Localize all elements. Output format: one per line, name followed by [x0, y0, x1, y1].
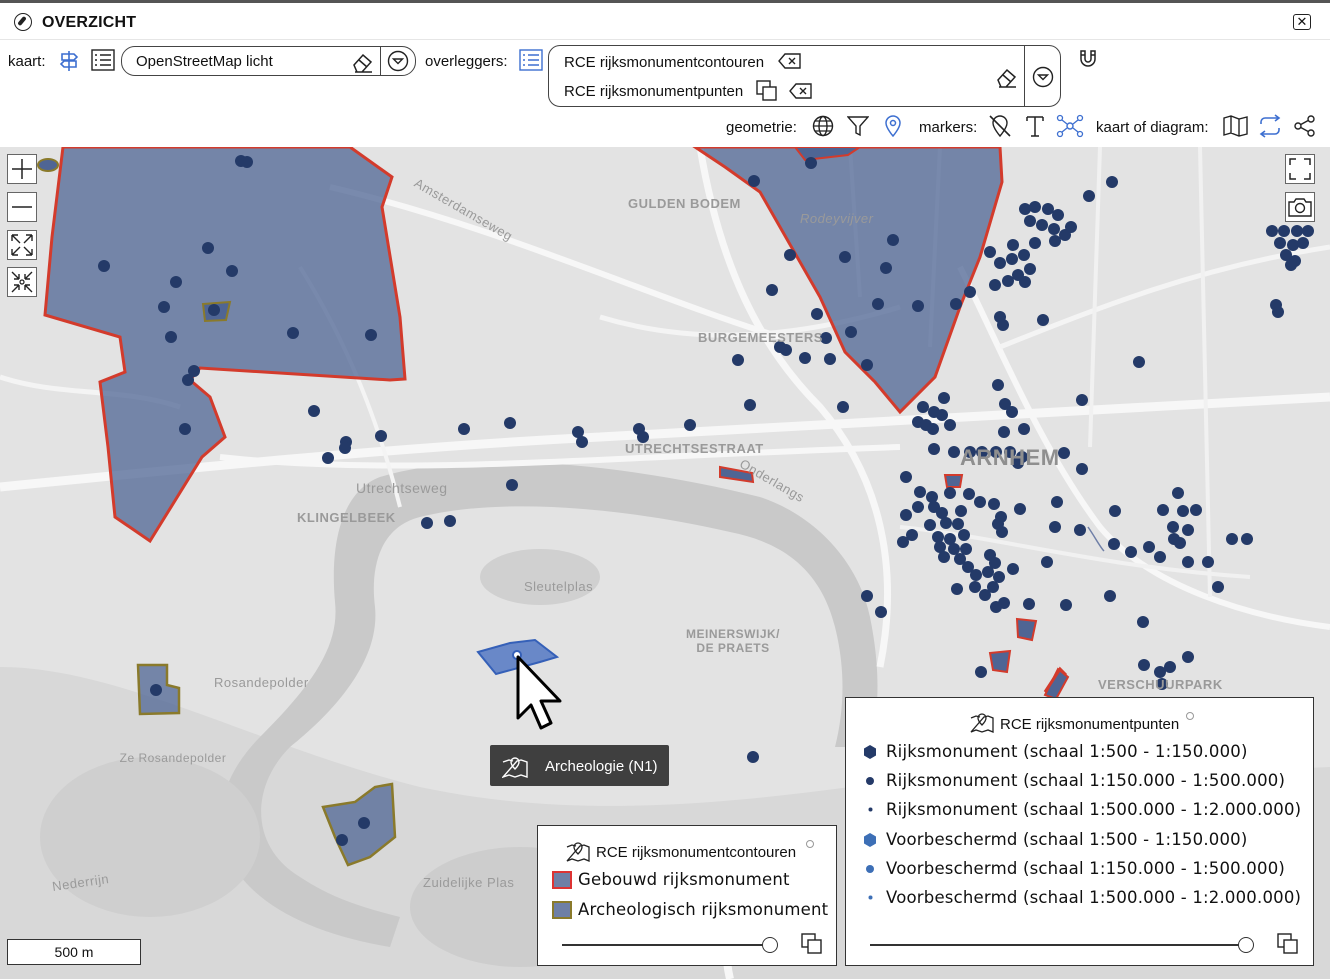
map-place-label: MEINERSWIJK/ DE PRAETS — [685, 627, 780, 655]
legend-item: Rijksmonument (schaal 1:500 - 1:150.000) — [886, 742, 1248, 761]
legend-item: Rijksmonument (schaal 1:500.000 - 1:2.00… — [886, 800, 1302, 819]
swap-icon[interactable] — [1258, 114, 1282, 138]
legend-swatch-built — [552, 871, 572, 889]
point-symbol-medium — [866, 777, 874, 785]
copy-icon[interactable] — [1276, 932, 1300, 956]
point-symbol-medium — [866, 865, 874, 873]
network-icon[interactable] — [1056, 114, 1084, 138]
chevron-down-icon[interactable] — [387, 50, 409, 72]
info-icon[interactable] — [806, 840, 814, 848]
remove-tag-icon[interactable] — [778, 53, 802, 69]
map-place-label: Utrechtseweg — [356, 480, 448, 496]
point-symbol-small — [868, 807, 873, 812]
zoom-to-selection-button[interactable] — [7, 267, 37, 297]
screenshot-button[interactable] — [1285, 192, 1315, 222]
camera-icon — [1288, 198, 1312, 217]
expand-icon — [11, 234, 33, 256]
overlay-item: RCE rijksmonumentpunten — [564, 83, 744, 100]
scale-bar: 500 m — [7, 939, 141, 965]
map-pin-icon — [566, 842, 590, 862]
legend-item: Voorbeschermd (schaal 1:150.000 - 1:500.… — [886, 859, 1286, 878]
map-place-label: Rodeyvijver — [800, 211, 874, 226]
minus-icon — [12, 206, 32, 208]
share-icon[interactable] — [1294, 115, 1316, 137]
plus-icon — [12, 159, 32, 179]
kaart-label: kaart: — [8, 53, 46, 70]
map-place-label: UTRECHTSESTRAAT — [625, 441, 764, 456]
opacity-slider-handle[interactable] — [1238, 937, 1254, 953]
map-toolbar: kaart: OpenStreetMap licht overleggers: … — [0, 40, 1330, 147]
eraser-icon[interactable] — [351, 51, 375, 73]
geometry-label: geometrie: — [726, 119, 797, 136]
remove-tag-icon[interactable] — [789, 83, 813, 99]
location-pin-icon[interactable] — [884, 114, 902, 138]
close-button[interactable]: ✕ — [1293, 14, 1311, 30]
basemap-select[interactable]: OpenStreetMap licht — [121, 46, 416, 76]
map-place-label: Ze Rosandepolder — [119, 751, 227, 765]
opacity-slider-track[interactable] — [562, 944, 770, 946]
map-place-label: Zuidelijke Plas — [423, 875, 515, 890]
map-place-label: BURGEMEESTERS — [698, 330, 823, 345]
tooltip-text: Archeologie (N1) — [545, 758, 658, 775]
magnet-icon[interactable] — [1077, 48, 1099, 70]
map-place-label: Rosandepolder — [214, 675, 309, 690]
legend-title: RCE rijksmonumentcontouren — [596, 844, 797, 861]
info-icon[interactable] — [1186, 712, 1194, 720]
mouse-cursor-icon — [516, 655, 562, 730]
zoom-in-button[interactable] — [7, 154, 37, 184]
fullscreen-icon — [1289, 158, 1311, 180]
map-pin-icon — [502, 757, 528, 778]
overlays-label: overleggers: — [425, 53, 508, 70]
copy-icon[interactable] — [755, 79, 779, 103]
basemap-value: OpenStreetMap licht — [136, 53, 273, 70]
signpost-icon[interactable] — [57, 49, 81, 73]
opacity-slider-track[interactable] — [870, 944, 1248, 946]
fullscreen-button[interactable] — [1285, 154, 1315, 184]
legend-contours: RCE rijksmonumentcontouren Gebouwd rijks… — [537, 825, 837, 966]
filter-icon[interactable] — [847, 115, 869, 137]
legend-points: RCE rijksmonumentpunten Rijksmonument (s… — [845, 697, 1314, 966]
point-symbol-small — [868, 895, 873, 900]
map-icon[interactable] — [1223, 115, 1249, 137]
legend-swatch-archaeological — [552, 901, 572, 919]
legend-item: Voorbeschermd (schaal 1:500.000 - 1:2.00… — [886, 888, 1302, 907]
compass-icon — [14, 13, 32, 31]
globe-icon[interactable] — [812, 115, 834, 137]
feature-tooltip: Archeologie (N1) — [490, 745, 669, 786]
opacity-slider-handle[interactable] — [762, 937, 778, 953]
map-place-label: Sleutelplas — [524, 579, 594, 594]
zoom-to-extent-button[interactable] — [7, 230, 37, 260]
panel-titlebar: OVERZICHT ✕ — [0, 3, 1330, 40]
map-place-label: GULDEN BODEM — [628, 196, 741, 211]
eraser-icon[interactable] — [995, 66, 1019, 88]
panel-title: OVERZICHT — [42, 14, 137, 31]
point-symbol-large — [864, 833, 876, 847]
overlay-item: RCE rijksmonumentcontouren — [564, 54, 765, 71]
list-icon[interactable] — [91, 49, 115, 71]
map-pin-icon — [970, 713, 994, 733]
legend-title: RCE rijksmonumentpunten — [1000, 716, 1180, 733]
text-icon[interactable] — [1025, 115, 1045, 137]
chevron-down-icon[interactable] — [1032, 66, 1054, 88]
copy-icon[interactable] — [800, 932, 824, 956]
list-icon[interactable] — [519, 49, 543, 71]
map-place-label: VERSCHUURPARK — [1098, 677, 1223, 692]
markers-label: markers: — [919, 119, 978, 136]
overlays-select[interactable]: RCE rijksmonumentcontouren RCE rijksmonu… — [548, 45, 1061, 107]
point-symbol-large — [864, 745, 876, 759]
legend-item: Archeologisch rijksmonument — [578, 900, 829, 919]
legend-item: Rijksmonument (schaal 1:150.000 - 1:500.… — [886, 771, 1286, 790]
map-or-diagram-label: kaart of diagram: — [1096, 119, 1209, 136]
map-place-label: ARNHEM — [960, 445, 1060, 470]
zoom-out-button[interactable] — [7, 192, 37, 222]
legend-item: Voorbeschermd (schaal 1:500 - 1:150.000) — [886, 830, 1248, 849]
collapse-icon — [11, 271, 33, 293]
legend-item: Gebouwd rijksmonument — [578, 870, 790, 889]
map-place-label: KLINGELBEEK — [297, 510, 396, 525]
hide-labels-icon[interactable] — [987, 113, 1013, 139]
